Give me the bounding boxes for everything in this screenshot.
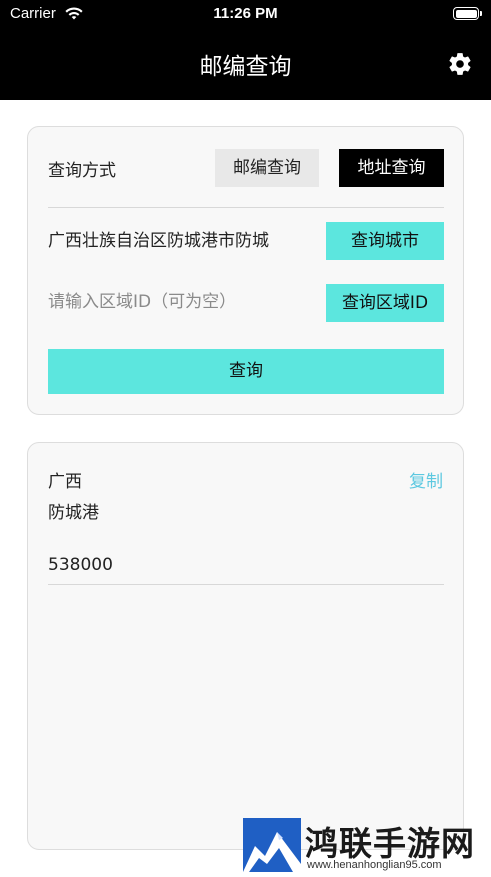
page-title: 邮编查询 <box>199 54 292 80</box>
battery-icon <box>453 7 482 20</box>
query-city-button[interactable]: 查询城市 <box>326 222 444 260</box>
copy-button[interactable]: 复制 <box>409 467 443 492</box>
region-id-input[interactable] <box>48 289 316 315</box>
divider <box>48 207 444 208</box>
status-bar: Carrier 11:26 PM <box>0 0 491 28</box>
result-province: 广西 <box>48 472 82 492</box>
address-query-button[interactable]: 地址查询 <box>339 149 444 187</box>
watermark: 鸿联手游网 www.henanhonglian95.com <box>243 816 491 877</box>
watermark-logo-icon <box>243 818 301 872</box>
city-field[interactable]: 广西壮族自治区防城港市防城 <box>48 229 316 253</box>
query-region-button[interactable]: 查询区域ID <box>326 284 444 322</box>
clock: 11:26 PM <box>213 5 278 22</box>
gear-icon[interactable] <box>447 51 473 77</box>
navigation-bar: 邮编查询 <box>0 28 491 100</box>
zip-query-button[interactable]: 邮编查询 <box>215 149 319 187</box>
result-zip-code: 538000 <box>48 555 113 575</box>
query-card: 查询方式 邮编查询 地址查询 广西壮族自治区防城港市防城 查询城市 查询区域ID… <box>27 126 464 415</box>
result-card: 广西 复制 防城港 538000 <box>27 442 464 850</box>
submit-query-button[interactable]: 查询 <box>48 349 444 394</box>
watermark-name: 鸿联手游网 <box>305 824 475 863</box>
query-method-label: 查询方式 <box>48 161 116 181</box>
watermark-url: www.henanhonglian95.com <box>307 859 442 871</box>
divider <box>48 584 444 585</box>
result-city: 防城港 <box>48 503 99 523</box>
